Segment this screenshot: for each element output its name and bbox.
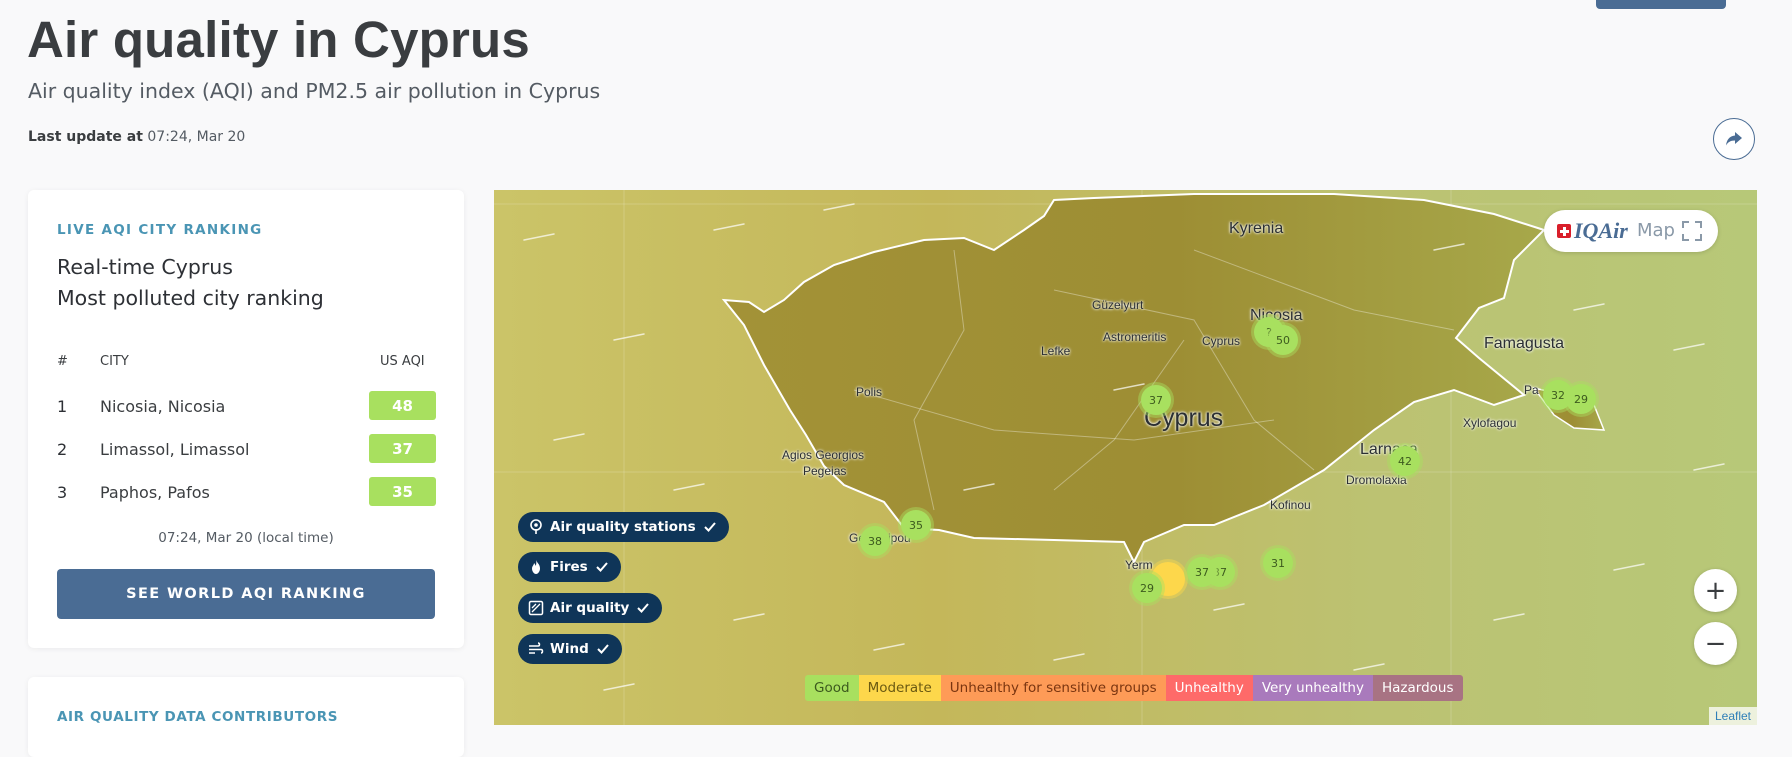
station-marker[interactable]: 50 xyxy=(1268,325,1298,355)
place-astromeritis: Astromeritis xyxy=(1103,330,1167,344)
check-icon xyxy=(596,642,610,656)
legend-item-very-unhealthy: Very unhealthy xyxy=(1252,675,1373,701)
check-icon xyxy=(636,601,650,615)
fullscreen-icon[interactable] xyxy=(1681,220,1703,242)
heatmap-icon xyxy=(528,600,544,616)
zoom-in-button[interactable]: + xyxy=(1694,569,1737,612)
ranking-row-city[interactable]: Nicosia, Nicosia xyxy=(100,397,225,416)
last-update: Last update at 07:24, Mar 20 xyxy=(28,129,245,145)
station-marker[interactable]: 37 xyxy=(1187,557,1217,587)
station-marker[interactable]: 29 xyxy=(1566,384,1596,414)
station-marker[interactable]: 37 xyxy=(1141,385,1171,415)
aqi-legend: Good Moderate Unhealthy for sensitive gr… xyxy=(805,675,1463,701)
ranking-row-city[interactable]: Paphos, Pafos xyxy=(100,483,210,502)
layer-toggle-air-quality[interactable]: Air quality xyxy=(518,593,663,623)
ranking-card: LIVE AQI CITY RANKING Real-time Cyprus M… xyxy=(28,190,464,648)
place-guzelyurt: Güzelyurt xyxy=(1092,298,1144,312)
contributors-card: AIR QUALITY DATA CONTRIBUTORS xyxy=(28,677,464,757)
page-title: Air quality in Cyprus xyxy=(27,11,530,68)
see-world-ranking-button[interactable]: SEE WORLD AQI RANKING xyxy=(57,569,435,619)
map-label: Map xyxy=(1637,220,1675,241)
layer-toggle-label: Air quality stations xyxy=(550,519,696,535)
column-aqi: US AQI xyxy=(380,354,425,369)
layer-toggle-label: Wind xyxy=(550,641,589,657)
contributors-title: AIR QUALITY DATA CONTRIBUTORS xyxy=(57,709,339,725)
air-quality-map[interactable]: Kyrenia Nicosia Güzelyurt Astromeritis C… xyxy=(494,190,1757,725)
share-icon xyxy=(1726,132,1742,146)
place-paralimni: Pa xyxy=(1524,383,1539,397)
wind-icon xyxy=(528,641,544,657)
place-famagusta: Famagusta xyxy=(1484,335,1565,352)
ranking-heading-line2: Most polluted city ranking xyxy=(57,286,324,310)
ranking-time-note: 07:24, Mar 20 (local time) xyxy=(158,530,334,546)
layer-toggle-wind[interactable]: Wind xyxy=(518,634,622,664)
legend-item-sensitive: Unhealthy for sensitive groups xyxy=(940,675,1166,701)
ranking-row-rank: 3 xyxy=(57,483,68,502)
place-xylofagou: Xylofagou xyxy=(1463,416,1517,430)
station-marker[interactable]: 35 xyxy=(901,510,931,540)
last-update-value: 07:24, Mar 20 xyxy=(147,129,246,145)
ranking-row-aqi-badge: 48 xyxy=(369,391,436,420)
ranking-row-rank: 1 xyxy=(57,397,68,416)
place-agios-georgios: Agios Georgios xyxy=(782,448,865,462)
station-marker[interactable]: 38 xyxy=(860,526,890,556)
ranking-row[interactable]: 1 Nicosia, Nicosia 48 xyxy=(28,391,464,421)
legend-item-unhealthy: Unhealthy xyxy=(1165,675,1253,701)
swiss-flag-icon xyxy=(1557,224,1571,238)
station-icon xyxy=(528,519,544,535)
ranking-eyebrow: LIVE AQI CITY RANKING xyxy=(57,222,263,238)
station-marker[interactable]: 42 xyxy=(1390,446,1420,476)
map-background xyxy=(494,190,1757,725)
station-marker[interactable]: 29 xyxy=(1132,573,1162,603)
ranking-row-rank: 2 xyxy=(57,440,68,459)
legend-item-good: Good xyxy=(805,675,859,701)
station-marker[interactable]: 31 xyxy=(1263,548,1293,578)
top-action-button[interactable] xyxy=(1596,0,1726,9)
ranking-row-city[interactable]: Limassol, Limassol xyxy=(100,440,249,459)
iqair-logo: IQAir xyxy=(1574,218,1628,243)
ranking-heading: Real-time Cyprus Most polluted city rank… xyxy=(57,252,324,314)
zoom-out-button[interactable]: − xyxy=(1694,622,1737,665)
place-lefke: Lefke xyxy=(1041,344,1071,358)
place-kofinou: Kofinou xyxy=(1270,498,1311,512)
ranking-row-aqi-badge: 35 xyxy=(369,477,436,506)
check-icon xyxy=(703,520,717,534)
layer-toggle-label: Fires xyxy=(550,559,588,575)
place-yermasogeia: Yerm xyxy=(1125,558,1153,572)
place-polis: Polis xyxy=(856,385,883,399)
ranking-row[interactable]: 2 Limassol, Limassol 37 xyxy=(28,434,464,464)
page-subtitle: Air quality index (AQI) and PM2.5 air po… xyxy=(28,79,601,103)
fire-icon xyxy=(528,559,544,575)
share-button[interactable] xyxy=(1713,118,1755,160)
layer-toggle-stations[interactable]: Air quality stations xyxy=(518,512,729,542)
last-update-label: Last update at xyxy=(28,129,143,145)
ranking-row[interactable]: 3 Paphos, Pafos 35 xyxy=(28,477,464,507)
place-kyrenia: Kyrenia xyxy=(1229,220,1284,237)
ranking-row-aqi-badge: 37 xyxy=(369,434,436,463)
leaflet-attribution-link[interactable]: Leaflet xyxy=(1708,707,1757,725)
ranking-heading-line1: Real-time Cyprus xyxy=(57,255,233,279)
column-rank: # xyxy=(57,354,68,369)
legend-item-moderate: Moderate xyxy=(858,675,941,701)
layer-toggle-label: Air quality xyxy=(550,600,630,616)
column-city: CITY xyxy=(100,354,129,369)
place-dromolaxia: Dromolaxia xyxy=(1346,473,1407,487)
legend-item-hazardous: Hazardous xyxy=(1372,675,1463,701)
layer-toggle-fires[interactable]: Fires xyxy=(518,552,621,582)
place-cyprus-town: Cyprus xyxy=(1202,334,1241,348)
iqair-map-badge: IQAir Map xyxy=(1544,210,1718,252)
check-icon xyxy=(595,560,609,574)
place-pegeias: Pegeias xyxy=(803,464,847,478)
